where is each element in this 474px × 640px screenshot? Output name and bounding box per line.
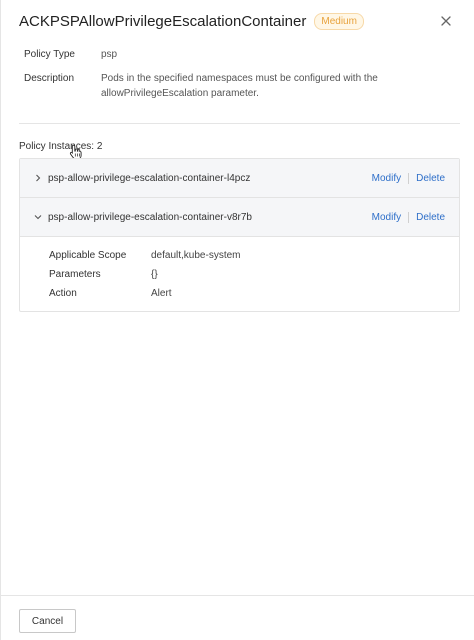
close-button[interactable] (436, 11, 456, 31)
instance-actions: Modify Delete (372, 159, 445, 198)
modify-button[interactable]: Modify (372, 212, 401, 223)
policy-instances-heading: Policy Instances: 2 (19, 140, 102, 154)
action-row: Action Alert (49, 287, 241, 300)
scope-row: Applicable Scope default,kube-system (49, 249, 241, 262)
policy-type-value: psp (101, 49, 118, 60)
chevron-right-icon[interactable] (32, 172, 44, 184)
action-label: Action (49, 288, 77, 299)
page-title: ACKPSPAllowPrivilegeEscalationContainer (19, 12, 307, 30)
policy-type-label: Policy Type (24, 49, 75, 60)
list-item[interactable]: psp-allow-privilege-escalation-container… (20, 159, 459, 198)
close-icon (441, 16, 451, 26)
parameters-label: Parameters (49, 269, 101, 280)
severity-badge: Medium (314, 12, 364, 30)
list-item[interactable]: psp-allow-privilege-escalation-container… (20, 198, 459, 237)
instance-name: psp-allow-privilege-escalation-container… (48, 172, 251, 184)
chevron-down-icon[interactable] (32, 211, 44, 223)
modify-button[interactable]: Modify (372, 173, 401, 184)
instance-details: Applicable Scope default,kube-system Par… (49, 249, 241, 306)
scope-value: default,kube-system (151, 250, 241, 261)
action-separator (408, 173, 410, 184)
policy-instances-count: 2 (96, 141, 103, 152)
delete-button[interactable]: Delete (416, 173, 445, 184)
parameters-value: {} (151, 269, 158, 280)
section-divider (19, 123, 460, 124)
instance-actions: Modify Delete (372, 198, 445, 237)
description-label: Description (24, 73, 75, 84)
panel-header: ACKPSPAllowPrivilegeEscalationContainer … (19, 10, 456, 32)
action-separator (408, 212, 410, 223)
cancel-button[interactable]: Cancel (19, 609, 76, 633)
policy-detail-panel: ACKPSPAllowPrivilegeEscalationContainer … (0, 0, 474, 640)
description-value: Pods in the specified namespaces must be… (101, 73, 378, 99)
description-row: Description Pods in the specified namesp… (24, 71, 444, 101)
footer-divider (1, 595, 474, 596)
instance-name: psp-allow-privilege-escalation-container… (48, 211, 252, 223)
policy-type-row: Policy Type psp (24, 47, 444, 62)
policy-instances-list: psp-allow-privilege-escalation-container… (19, 158, 460, 312)
action-value: Alert (151, 288, 172, 299)
parameters-row: Parameters {} (49, 268, 241, 281)
policy-info: Policy Type psp Description Pods in the … (24, 47, 444, 110)
scope-label: Applicable Scope (49, 250, 127, 261)
delete-button[interactable]: Delete (416, 212, 445, 223)
